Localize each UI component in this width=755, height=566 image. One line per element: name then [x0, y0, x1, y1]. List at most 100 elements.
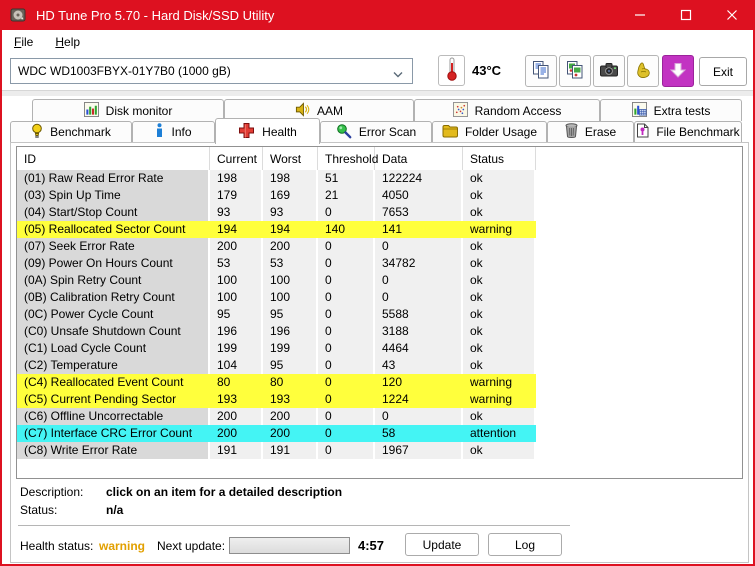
- header-worst[interactable]: Worst: [263, 147, 318, 170]
- cell-id: (04) Start/Stop Count: [17, 204, 210, 221]
- table-row[interactable]: (07) Seek Error Rate20020000ok: [17, 238, 742, 255]
- hand-icon: [633, 60, 653, 83]
- tab-benchmark[interactable]: Benchmark: [10, 121, 132, 142]
- cell-current: 198: [210, 170, 263, 187]
- cell-status: ok: [463, 255, 536, 272]
- countdown-value: 4:57: [358, 538, 384, 553]
- tab-error-scan[interactable]: Error Scan: [320, 121, 432, 142]
- table-row[interactable]: (C8) Write Error Rate19119101967ok: [17, 442, 742, 459]
- tab-disk-monitor[interactable]: Disk monitor: [32, 99, 224, 121]
- download-button[interactable]: [662, 55, 694, 87]
- copy-text-icon: [531, 60, 551, 83]
- cell-current: 200: [210, 238, 263, 255]
- table-row[interactable]: (C5) Current Pending Sector19319301224wa…: [17, 391, 742, 408]
- health-add-button[interactable]: [627, 55, 659, 87]
- menu-file[interactable]: File: [4, 32, 43, 52]
- table-row[interactable]: (C0) Unsafe Shutdown Count19619603188ok: [17, 323, 742, 340]
- cell-worst: 194: [263, 221, 318, 238]
- menu-help[interactable]: Help: [45, 32, 90, 52]
- table-row[interactable]: (C1) Load Cycle Count19919904464ok: [17, 340, 742, 357]
- table-row[interactable]: (0B) Calibration Retry Count10010000ok: [17, 289, 742, 306]
- log-button[interactable]: Log: [488, 533, 562, 556]
- description-value: click on an item for a detailed descript…: [106, 485, 342, 499]
- next-update-progressbar: [229, 537, 350, 554]
- tab-extra-tests-label: Extra tests: [654, 104, 711, 118]
- exit-button[interactable]: Exit: [699, 57, 747, 86]
- header-threshold[interactable]: Threshold: [318, 147, 375, 170]
- cell-current: 193: [210, 391, 263, 408]
- table-row[interactable]: (0A) Spin Retry Count10010000ok: [17, 272, 742, 289]
- toolbar-separator: [2, 90, 753, 96]
- table-row[interactable]: (C2) Temperature10495043ok: [17, 357, 742, 374]
- cell-worst: 95: [263, 357, 318, 374]
- tab-info[interactable]: Info: [132, 121, 215, 142]
- table-row[interactable]: (09) Power On Hours Count5353034782ok: [17, 255, 742, 272]
- status-label: Status:: [20, 503, 57, 517]
- cell-data: 0: [375, 289, 463, 306]
- cell-filler: [536, 272, 742, 289]
- speaker-icon: [295, 102, 310, 120]
- cell-status: ok: [463, 442, 536, 459]
- cell-id: (05) Reallocated Sector Count: [17, 221, 210, 238]
- drive-select[interactable]: WDC WD1003FBYX-01Y7B0 (1000 gB): [10, 58, 413, 84]
- cell-threshold: 0: [318, 340, 375, 357]
- tab-random-access[interactable]: Random Access: [414, 99, 600, 121]
- smart-table-body: (01) Raw Read Error Rate19819851122224ok…: [17, 170, 742, 459]
- cell-status: ok: [463, 323, 536, 340]
- smart-table: ID Current Worst Threshold Data Status (…: [16, 146, 743, 479]
- cell-id: (09) Power On Hours Count: [17, 255, 210, 272]
- cell-id: (C5) Current Pending Sector: [17, 391, 210, 408]
- table-row[interactable]: (C4) Reallocated Event Count80800120warn…: [17, 374, 742, 391]
- cell-current: 93: [210, 204, 263, 221]
- table-row[interactable]: (C7) Interface CRC Error Count200200058a…: [17, 425, 742, 442]
- health-status-label: Health status:: [20, 539, 93, 553]
- log-button-label: Log: [515, 538, 535, 552]
- table-row[interactable]: (C6) Offline Uncorrectable20020000ok: [17, 408, 742, 425]
- minimize-button[interactable]: [617, 0, 663, 30]
- cell-status: ok: [463, 272, 536, 289]
- tab-extra-tests[interactable]: Extra tests: [600, 99, 742, 121]
- cell-filler: [536, 323, 742, 340]
- cell-filler: [536, 255, 742, 272]
- temperature-button[interactable]: [438, 55, 465, 86]
- tab-erase[interactable]: Erase: [547, 121, 634, 142]
- close-button[interactable]: [709, 0, 755, 30]
- menubar: File Help: [2, 30, 753, 54]
- cell-threshold: 0: [318, 306, 375, 323]
- cell-threshold: 0: [318, 289, 375, 306]
- cell-filler: [536, 340, 742, 357]
- screenshot-button[interactable]: [593, 55, 625, 87]
- temperature-value: 43°C: [472, 63, 501, 78]
- disk-monitor-icon: [84, 102, 99, 120]
- copy-image-button[interactable]: [559, 55, 591, 87]
- tab-info-label: Info: [171, 125, 191, 139]
- cell-id: (C4) Reallocated Event Count: [17, 374, 210, 391]
- table-row[interactable]: (01) Raw Read Error Rate19819851122224ok: [17, 170, 742, 187]
- cell-worst: 200: [263, 425, 318, 442]
- header-data[interactable]: Data: [375, 147, 463, 170]
- cell-worst: 196: [263, 323, 318, 340]
- cell-threshold: 0: [318, 238, 375, 255]
- cell-worst: 198: [263, 170, 318, 187]
- maximize-button[interactable]: [663, 0, 709, 30]
- copy-text-button[interactable]: [525, 55, 557, 87]
- table-row[interactable]: (04) Start/Stop Count939307653ok: [17, 204, 742, 221]
- table-row[interactable]: (05) Reallocated Sector Count19419414014…: [17, 221, 742, 238]
- header-current[interactable]: Current: [210, 147, 263, 170]
- cell-worst: 53: [263, 255, 318, 272]
- titlebar: HD Tune Pro 5.70 - Hard Disk/SSD Utility: [0, 0, 755, 30]
- cell-current: 196: [210, 323, 263, 340]
- header-id[interactable]: ID: [17, 147, 210, 170]
- magnifier-icon: [336, 123, 352, 142]
- cell-current: 104: [210, 357, 263, 374]
- tab-benchmark-label: Benchmark: [50, 125, 111, 139]
- tab-file-benchmark[interactable]: File Benchmark: [634, 121, 742, 142]
- table-row[interactable]: (03) Spin Up Time179169214050ok: [17, 187, 742, 204]
- tab-health[interactable]: Health: [215, 118, 320, 144]
- update-button[interactable]: Update: [405, 533, 479, 556]
- header-status[interactable]: Status: [463, 147, 536, 170]
- tab-folder-usage[interactable]: Folder Usage: [432, 121, 547, 142]
- health-cross-icon: [238, 122, 255, 142]
- app-icon: [10, 7, 26, 23]
- table-row[interactable]: (0C) Power Cycle Count959505588ok: [17, 306, 742, 323]
